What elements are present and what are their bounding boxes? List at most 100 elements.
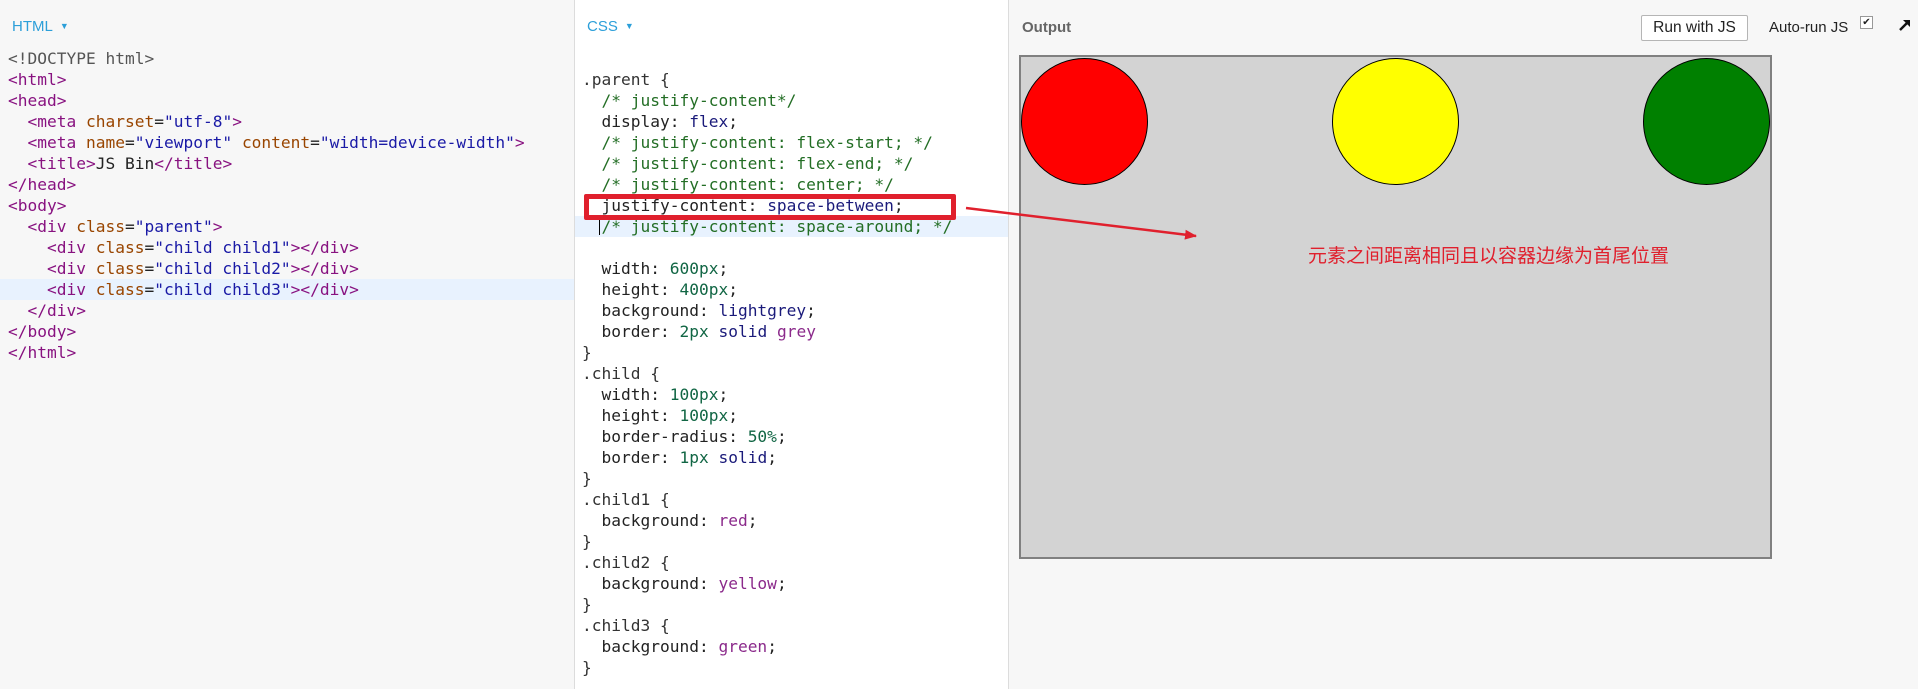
- html-panel[interactable]: HTML ▼ <!DOCTYPE html> <html> <head> <meta …: [0, 0, 575, 689]
- code-token: ;: [776, 427, 787, 446]
- code-line[interactable]: <div class="child child2"></div>: [0, 258, 574, 279]
- code-token: =: [144, 280, 155, 299]
- code-line[interactable]: }: [575, 342, 1008, 363]
- code-token: /* justify-content*/: [601, 91, 797, 110]
- code-line[interactable]: display: flex;: [575, 111, 1008, 132]
- code-token: content: [241, 133, 311, 152]
- code-token: </title>: [154, 154, 233, 173]
- code-token: /* justify-content: center; */: [601, 175, 894, 194]
- code-token: <!DOCTYPE html>: [8, 49, 155, 68]
- code-token: flex: [689, 112, 729, 131]
- code-token: class: [95, 238, 145, 257]
- code-token: space-between: [767, 196, 894, 215]
- code-token: "child child1": [154, 238, 291, 257]
- code-token: }: [582, 343, 592, 362]
- code-token: <meta: [27, 112, 86, 131]
- caret-down-icon: ▼: [59, 21, 69, 31]
- preview-child2-circle: [1332, 58, 1459, 185]
- code-token: border:: [601, 322, 680, 341]
- code-line[interactable]: width: 100px;: [575, 384, 1008, 405]
- code-line[interactable]: /* justify-content: flex-start; */: [575, 132, 1008, 153]
- css-panel[interactable]: CSS ▼ .parent { /* justify-content*/ disp…: [575, 0, 1009, 689]
- html-panel-tab[interactable]: HTML ▼: [12, 18, 69, 35]
- code-line[interactable]: /* justify-content: space-around; */: [575, 216, 1008, 237]
- code-line[interactable]: <head>: [0, 90, 574, 111]
- code-line[interactable]: background: green;: [575, 636, 1008, 657]
- code-line[interactable]: background: yellow;: [575, 573, 1008, 594]
- code-line[interactable]: <div class="child child3"></div>: [0, 279, 574, 300]
- code-line[interactable]: justify-content: space-between;: [575, 195, 1008, 216]
- preview-child1-circle: [1021, 58, 1148, 185]
- code-line[interactable]: /* justify-content: flex-end; */: [575, 153, 1008, 174]
- code-line[interactable]: }: [575, 594, 1008, 615]
- code-line[interactable]: [575, 237, 1008, 258]
- code-token: "parent": [134, 217, 213, 236]
- code-line[interactable]: background: lightgrey;: [575, 300, 1008, 321]
- html-code-editor[interactable]: <!DOCTYPE html> <html> <head> <meta charse…: [0, 48, 574, 363]
- code-line[interactable]: }: [575, 468, 1008, 489]
- output-preview-container: [1019, 55, 1772, 559]
- code-line[interactable]: .parent {: [575, 69, 1008, 90]
- code-line[interactable]: /* justify-content*/: [575, 90, 1008, 111]
- code-line[interactable]: width: 600px;: [575, 258, 1008, 279]
- code-line[interactable]: .child3 {: [575, 615, 1008, 636]
- code-line[interactable]: }: [575, 531, 1008, 552]
- css-panel-tab[interactable]: CSS ▼: [587, 18, 634, 35]
- code-token: solid: [718, 448, 768, 467]
- auto-run-js-checkbox[interactable]: ✔: [1860, 16, 1873, 29]
- code-line[interactable]: <meta charset="utf-8">: [0, 111, 574, 132]
- code-line[interactable]: height: 400px;: [575, 279, 1008, 300]
- css-panel-label: CSS: [587, 18, 618, 35]
- code-token: width:: [601, 385, 670, 404]
- code-line[interactable]: <title>JS Bin</title>: [0, 153, 574, 174]
- code-line[interactable]: /* justify-content: center; */: [575, 174, 1008, 195]
- code-line[interactable]: <!DOCTYPE html>: [0, 48, 574, 69]
- code-token: >: [212, 217, 223, 236]
- code-line[interactable]: background: red;: [575, 510, 1008, 531]
- code-line[interactable]: border: 2px solid grey: [575, 321, 1008, 342]
- code-line[interactable]: <html>: [0, 69, 574, 90]
- code-token: background:: [601, 301, 719, 320]
- popout-icon[interactable]: [1897, 17, 1913, 33]
- code-line[interactable]: border: 1px solid;: [575, 447, 1008, 468]
- code-token: ;: [728, 280, 738, 299]
- code-line[interactable]: .child2 {: [575, 552, 1008, 573]
- code-line[interactable]: .child {: [575, 363, 1008, 384]
- code-token: "viewport": [134, 133, 233, 152]
- code-token: red: [718, 511, 748, 530]
- run-with-js-button[interactable]: Run with JS: [1641, 15, 1748, 41]
- code-line[interactable]: height: 100px;: [575, 405, 1008, 426]
- jsbin-editor: HTML ▼ <!DOCTYPE html> <html> <head> <meta …: [0, 0, 1918, 689]
- code-line[interactable]: .child1 {: [575, 489, 1008, 510]
- code-token: ;: [718, 259, 729, 278]
- code-token: class: [95, 280, 145, 299]
- auto-run-js-label[interactable]: Auto-run JS: [1769, 19, 1848, 36]
- code-token: ;: [767, 448, 777, 467]
- code-line[interactable]: <div class="parent">: [0, 216, 574, 237]
- code-line[interactable]: </html>: [0, 342, 574, 363]
- code-line[interactable]: <meta name="viewport" content="width=dev…: [0, 132, 574, 153]
- code-token: =: [154, 112, 164, 131]
- code-line[interactable]: <div class="child child1"></div>: [0, 237, 574, 258]
- code-line[interactable]: <body>: [0, 195, 574, 216]
- code-line[interactable]: </div>: [0, 300, 574, 321]
- code-token: <div: [46, 280, 96, 299]
- code-line[interactable]: </body>: [0, 321, 574, 342]
- css-code-editor[interactable]: .parent { /* justify-content*/ display: …: [575, 69, 1008, 678]
- code-token: <div: [27, 217, 77, 236]
- code-line[interactable]: border-radius: 50%;: [575, 426, 1008, 447]
- code-line[interactable]: }: [575, 657, 1008, 678]
- code-line[interactable]: </head>: [0, 174, 574, 195]
